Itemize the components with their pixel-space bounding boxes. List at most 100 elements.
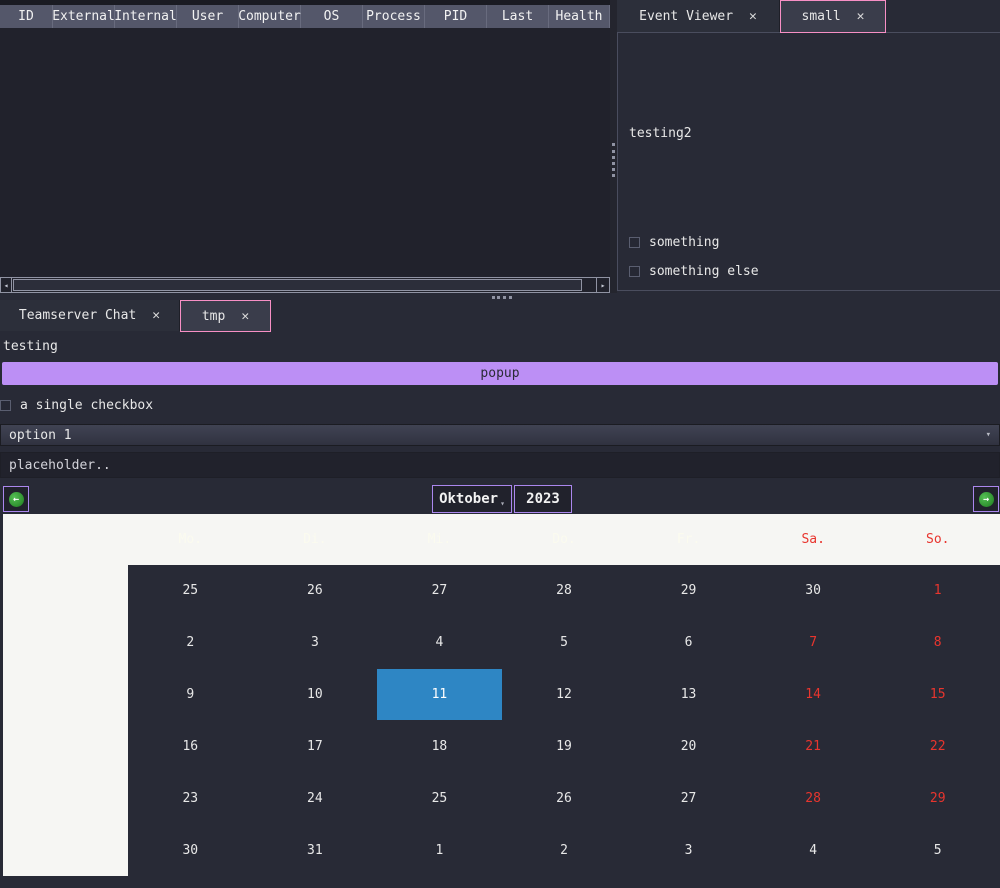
close-icon[interactable]: ✕ bbox=[857, 9, 865, 24]
calendar-day-cell[interactable]: 27 bbox=[377, 565, 502, 617]
calendar-day-cell[interactable]: 24 bbox=[253, 772, 378, 824]
calendar-day-cell[interactable]: 20 bbox=[626, 720, 751, 772]
calendar-day-cell[interactable]: 2 bbox=[128, 617, 253, 669]
arrow-right-icon: → bbox=[979, 492, 994, 507]
calendar-year-button[interactable]: 2023 bbox=[514, 485, 572, 513]
close-icon[interactable]: ✕ bbox=[749, 9, 757, 24]
panel-message-label: testing2 bbox=[629, 126, 692, 141]
calendar-day-cell[interactable]: 29 bbox=[875, 772, 1000, 824]
single-checkbox[interactable]: a single checkbox bbox=[0, 398, 153, 413]
main-window: IDExternalInternalUserComputerOSProcessP… bbox=[0, 0, 1000, 888]
calendar-day-cell[interactable]: 15 bbox=[875, 669, 1000, 721]
calendar-day-cell[interactable]: 22 bbox=[875, 720, 1000, 772]
calendar-day-cell[interactable]: 28 bbox=[751, 772, 876, 824]
calendar-day-cell[interactable]: 2 bbox=[502, 824, 627, 876]
calendar-prev-month-button[interactable]: ← bbox=[3, 486, 29, 512]
calendar-day-cell[interactable]: 5 bbox=[875, 824, 1000, 876]
calendar-day-cell[interactable]: 13 bbox=[626, 669, 751, 721]
scrollbar-thumb[interactable] bbox=[13, 279, 582, 291]
calendar-day-cell[interactable]: 12 bbox=[502, 669, 627, 721]
column-header-external[interactable]: External bbox=[53, 5, 115, 28]
table-horizontal-scrollbar[interactable]: ◂ ▸ bbox=[0, 277, 610, 293]
calendar-week-number-column bbox=[3, 565, 128, 876]
calendar-day-cell[interactable]: 28 bbox=[502, 565, 627, 617]
column-header-os[interactable]: OS bbox=[301, 5, 363, 28]
popup-button[interactable]: popup bbox=[2, 362, 998, 385]
scrollbar-track[interactable] bbox=[12, 278, 596, 292]
tab-label: small bbox=[802, 9, 841, 24]
calendar-day-cell[interactable]: 17 bbox=[253, 720, 378, 772]
tab-tmp[interactable]: tmp ✕ bbox=[180, 300, 271, 332]
column-header-last[interactable]: Last bbox=[487, 5, 549, 28]
close-icon[interactable]: ✕ bbox=[152, 308, 160, 323]
calendar-day-cell[interactable]: 29 bbox=[626, 565, 751, 617]
calendar-day-cell[interactable]: 31 bbox=[253, 824, 378, 876]
form-message-label: testing bbox=[3, 339, 58, 354]
horizontal-splitter[interactable] bbox=[0, 293, 1000, 300]
checkbox-box[interactable] bbox=[0, 400, 11, 411]
tab-teamserver-chat[interactable]: Teamserver Chat ✕ bbox=[0, 300, 180, 331]
calendar-day-cell[interactable]: 10 bbox=[253, 669, 378, 721]
calendar-day-cell[interactable]: 1 bbox=[377, 824, 502, 876]
checkbox-box[interactable] bbox=[629, 266, 640, 277]
weekday-header-mi: Mi. bbox=[377, 514, 502, 565]
calendar-day-cell[interactable]: 25 bbox=[128, 565, 253, 617]
column-header-user[interactable]: User bbox=[177, 5, 239, 28]
scroll-left-button[interactable]: ◂ bbox=[1, 278, 12, 292]
calendar-day-cell[interactable]: 16 bbox=[128, 720, 253, 772]
column-header-id[interactable]: ID bbox=[0, 5, 53, 28]
vertical-splitter[interactable] bbox=[610, 0, 617, 293]
column-header-pid[interactable]: PID bbox=[425, 5, 487, 28]
column-header-process[interactable]: Process bbox=[363, 5, 425, 28]
calendar-day-cell[interactable]: 26 bbox=[253, 565, 378, 617]
sessions-table-body[interactable] bbox=[0, 28, 610, 277]
column-header-health[interactable]: Health bbox=[549, 5, 610, 28]
calendar-day-cell[interactable]: 5 bbox=[502, 617, 627, 669]
month-label: Oktober bbox=[439, 491, 498, 507]
tab-label: Event Viewer bbox=[639, 9, 733, 24]
scroll-right-button[interactable]: ▸ bbox=[596, 278, 609, 292]
calendar-day-cell[interactable]: 4 bbox=[377, 617, 502, 669]
calendar-day-cell[interactable]: 14 bbox=[751, 669, 876, 721]
calendar-month-button[interactable]: Oktober ▾ bbox=[432, 485, 512, 513]
calendar-day-cell[interactable]: 6 bbox=[626, 617, 751, 669]
checkbox-label: something bbox=[649, 235, 719, 250]
calendar-day-cell[interactable]: 19 bbox=[502, 720, 627, 772]
tab-event-viewer[interactable]: Event Viewer ✕ bbox=[617, 0, 780, 32]
calendar-day-selected[interactable]: 11 bbox=[377, 669, 502, 721]
checkbox-box[interactable] bbox=[629, 237, 640, 248]
calendar-day-cell[interactable]: 8 bbox=[875, 617, 1000, 669]
weekday-header-fr: Fr. bbox=[626, 514, 751, 565]
weekday-header-mo: Mo. bbox=[128, 514, 253, 565]
calendar-day-cell[interactable]: 9 bbox=[128, 669, 253, 721]
calendar-day-cell[interactable]: 3 bbox=[626, 824, 751, 876]
calendar-day-cell[interactable]: 25 bbox=[377, 772, 502, 824]
input-value: placeholder.. bbox=[9, 458, 111, 473]
weekday-header-do: Do. bbox=[502, 514, 627, 565]
calendar-day-cell[interactable]: 1 bbox=[875, 565, 1000, 617]
calendar-day-cell[interactable]: 26 bbox=[502, 772, 627, 824]
calendar-day-cell[interactable]: 7 bbox=[751, 617, 876, 669]
checkbox-something[interactable]: something bbox=[629, 235, 719, 250]
weekday-header-sa: Sa. bbox=[751, 514, 876, 565]
calendar-day-cell[interactable]: 23 bbox=[128, 772, 253, 824]
calendar-day-cell[interactable]: 18 bbox=[377, 720, 502, 772]
option-dropdown[interactable]: option 1 ▾ bbox=[0, 424, 1000, 446]
calendar-day-cell[interactable]: 4 bbox=[751, 824, 876, 876]
checkbox-something-else[interactable]: something else bbox=[629, 264, 759, 279]
column-header-computer[interactable]: Computer bbox=[239, 5, 301, 28]
calendar-day-cell[interactable]: 30 bbox=[751, 565, 876, 617]
calendar-day-cell[interactable]: 30 bbox=[128, 824, 253, 876]
weekday-header-so: So. bbox=[875, 514, 1000, 565]
calendar-nav-bar: ← Oktober ▾ 2023 → bbox=[0, 484, 1000, 514]
close-icon[interactable]: ✕ bbox=[241, 309, 249, 324]
calendar-day-cell[interactable]: 27 bbox=[626, 772, 751, 824]
column-header-internal[interactable]: Internal bbox=[115, 5, 177, 28]
calendar-day-cell[interactable]: 3 bbox=[253, 617, 378, 669]
calendar-next-month-button[interactable]: → bbox=[973, 486, 999, 512]
arrow-left-icon: ← bbox=[9, 492, 24, 507]
tab-small[interactable]: small ✕ bbox=[780, 0, 886, 33]
calendar-day-cell[interactable]: 21 bbox=[751, 720, 876, 772]
placeholder-text-input[interactable]: placeholder.. bbox=[0, 452, 1000, 478]
bottom-panel: Teamserver Chat ✕ tmp ✕ testing popup a … bbox=[0, 300, 1000, 888]
